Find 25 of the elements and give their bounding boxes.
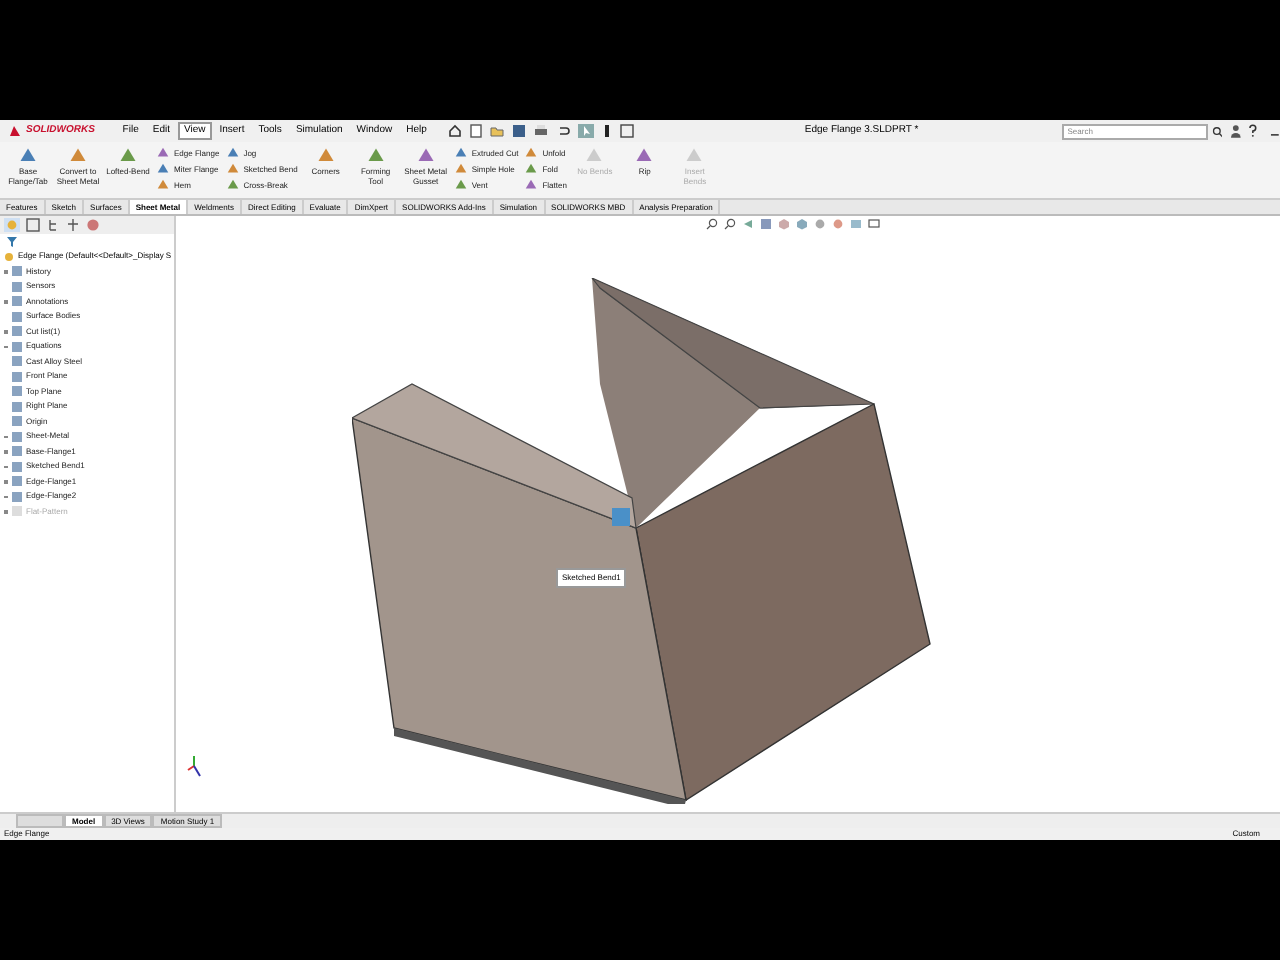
open-folder-icon[interactable] [490,124,505,138]
tool-icon [634,146,655,166]
axis-triad-icon [186,752,206,780]
part-icon [4,251,14,261]
tool-icon [684,146,705,166]
logo-icon [8,124,22,138]
tool-icon [584,146,605,166]
zoom-to-fit-icon[interactable] [706,218,718,230]
property-manager-tab-icon[interactable] [26,218,40,232]
search-icon[interactable] [1211,125,1223,137]
new-document-icon[interactable] [470,124,483,138]
undo-icon[interactable] [556,124,571,138]
tool-icon [415,146,436,166]
home-icon[interactable] [448,124,463,138]
tool-icon [18,146,38,166]
print-icon[interactable] [534,124,549,138]
save-icon[interactable] [512,124,527,138]
zoom-area-icon[interactable] [724,218,736,230]
monitor-icon[interactable] [868,218,880,230]
user-icon[interactable] [1230,124,1243,138]
select-arrow-icon[interactable] [578,124,595,138]
tool-icon [365,146,386,166]
tool-icon [315,146,336,166]
tool-icon [68,146,88,166]
help-icon[interactable] [1248,124,1259,138]
